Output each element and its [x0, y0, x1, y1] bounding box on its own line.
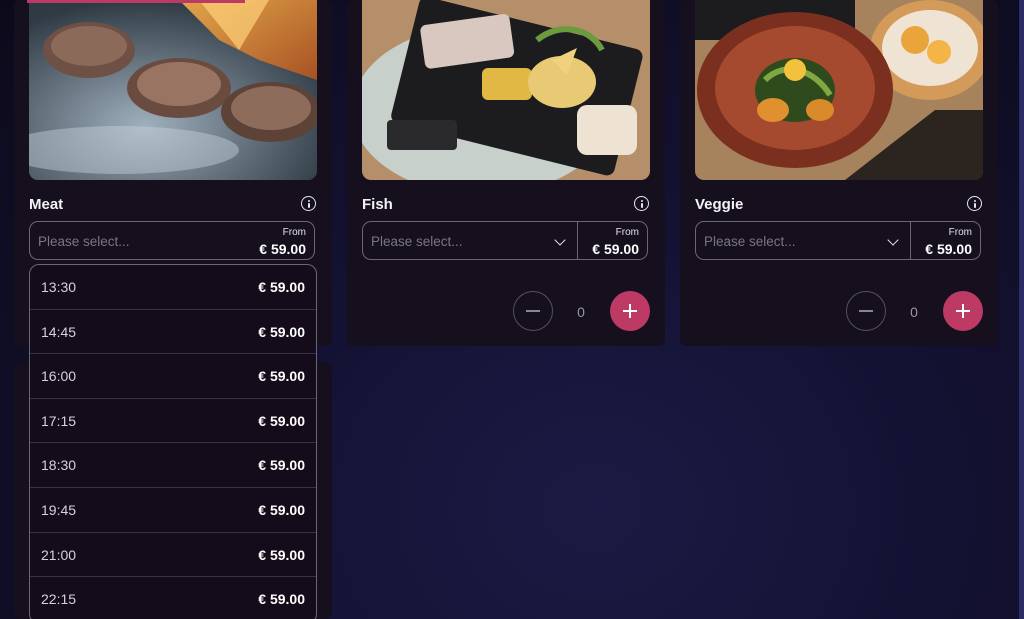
product-title: Meat: [29, 196, 64, 213]
fish-photo: [362, 0, 650, 180]
chevron-down-icon: [554, 234, 566, 246]
from-price: € 59.00: [925, 241, 972, 257]
quantity-value: 0: [577, 304, 585, 320]
dropdown-option[interactable]: 18:30 € 59.00: [30, 443, 316, 488]
product-title: Fish: [362, 196, 393, 213]
from-label: From: [948, 227, 972, 238]
dropdown-option[interactable]: 16:00 € 59.00: [30, 354, 316, 399]
dropdown-option[interactable]: 22:15 € 59.00: [30, 577, 316, 619]
dropdown-option[interactable]: 19:45 € 59.00: [30, 488, 316, 533]
veggie-card: Veggie Please select... From € 59.00 0: [680, 0, 998, 346]
page-background: Meat Please select... From € 59.00 Fish …: [0, 0, 1024, 619]
option-price: € 59.00: [258, 279, 305, 295]
option-price: € 59.00: [258, 368, 305, 385]
time-select[interactable]: Please select... From € 59.00: [29, 221, 315, 260]
plus-icon[interactable]: [943, 291, 983, 331]
option-time: 18:30: [41, 457, 77, 474]
select-placeholder: Please select...: [371, 234, 463, 249]
veggie-photo: [695, 0, 983, 180]
info-icon[interactable]: [967, 196, 982, 211]
quantity-value: 0: [910, 304, 918, 320]
option-time: 14:45: [41, 323, 77, 340]
right-edge-strip: [1019, 0, 1024, 619]
time-select[interactable]: Please select... From € 59.00: [362, 221, 648, 260]
minus-icon[interactable]: [846, 291, 886, 331]
option-time: 19:45: [41, 501, 77, 518]
fish-card: Fish Please select... From € 59.00 0: [347, 0, 665, 346]
dropdown-option[interactable]: 17:15 € 59.00: [30, 399, 316, 444]
dropdown-option[interactable]: 21:00 € 59.00: [30, 533, 316, 578]
option-time: 16:00: [41, 368, 77, 385]
from-label: From: [282, 227, 306, 238]
price-divider: [910, 222, 911, 259]
option-time: 21:00: [41, 546, 77, 563]
product-title: Veggie: [695, 196, 744, 213]
option-time: 13:30: [41, 279, 77, 295]
time-dropdown-list: 13:30 € 59.00 14:45 € 59.00 16:00 € 59.0…: [29, 264, 317, 619]
from-price: € 59.00: [259, 241, 306, 257]
time-select[interactable]: Please select... From € 59.00: [695, 221, 981, 260]
option-time: 22:15: [41, 591, 77, 608]
option-price: € 59.00: [258, 546, 305, 563]
from-price: € 59.00: [592, 241, 639, 257]
selected-indicator: [27, 0, 245, 3]
meat-photo: [29, 0, 317, 180]
option-price: € 59.00: [258, 457, 305, 474]
plus-icon[interactable]: [610, 291, 650, 331]
select-placeholder: Please select...: [704, 234, 796, 249]
quantity-stepper: 0: [513, 291, 650, 331]
chevron-down-icon: [887, 234, 899, 246]
dropdown-option[interactable]: 13:30 € 59.00: [30, 265, 316, 310]
option-price: € 59.00: [258, 323, 305, 340]
option-time: 17:15: [41, 412, 77, 429]
option-price: € 59.00: [258, 591, 305, 608]
quantity-stepper: 0: [846, 291, 983, 331]
option-price: € 59.00: [258, 501, 305, 518]
info-icon[interactable]: [634, 196, 649, 211]
dropdown-option[interactable]: 14:45 € 59.00: [30, 310, 316, 355]
minus-icon[interactable]: [513, 291, 553, 331]
option-price: € 59.00: [258, 412, 305, 429]
price-divider: [577, 222, 578, 259]
info-icon[interactable]: [301, 196, 316, 211]
select-placeholder: Please select...: [38, 234, 130, 249]
from-label: From: [615, 227, 639, 238]
